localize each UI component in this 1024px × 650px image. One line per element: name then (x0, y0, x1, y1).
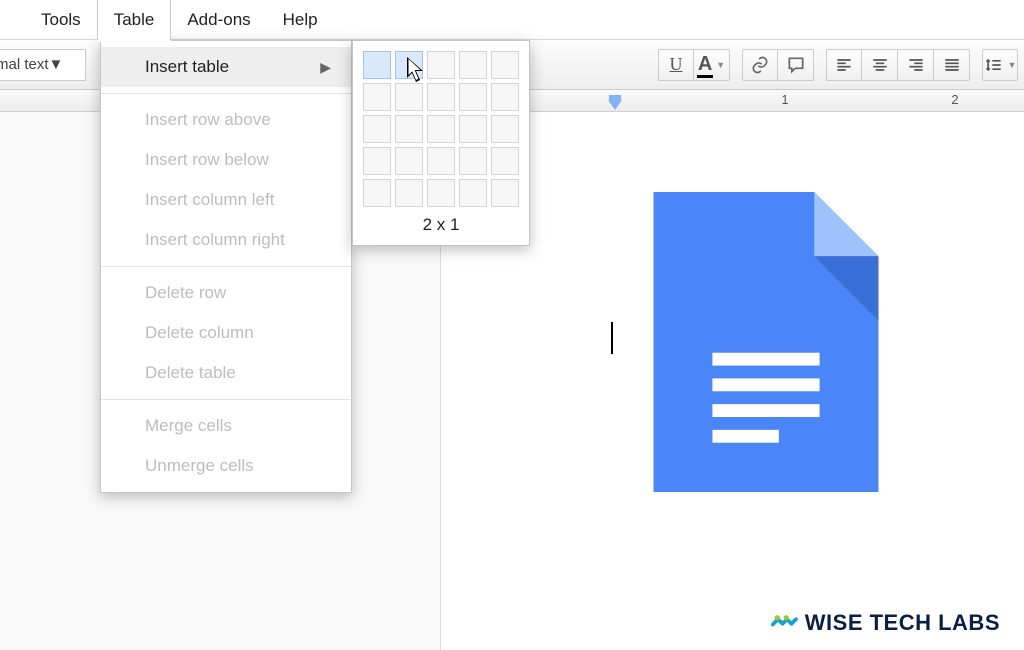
table-dropdown-menu: Insert table ▶ Insert row above Insert row … (100, 40, 352, 493)
menu-item-label: Insert column right (145, 230, 285, 250)
table-size-grid[interactable] (363, 51, 519, 207)
table-size-cell[interactable] (427, 147, 455, 175)
align-right-icon (906, 55, 926, 75)
align-justify-icon (942, 55, 962, 75)
menu-item-label: Insert column left (145, 190, 274, 210)
table-size-cell[interactable] (459, 115, 487, 143)
menubar: Tools Table Add-ons Help (0, 0, 1024, 40)
text-cursor (611, 322, 613, 354)
table-size-cell[interactable] (395, 115, 423, 143)
table-size-cell[interactable] (427, 115, 455, 143)
link-icon (750, 55, 770, 75)
menu-item-delete-table: Delete table (101, 353, 351, 393)
table-size-cell[interactable] (363, 147, 391, 175)
menu-item-label: Delete table (145, 363, 236, 383)
table-size-cell[interactable] (395, 147, 423, 175)
menu-item-unmerge-cells: Unmerge cells (101, 446, 351, 486)
table-size-cell[interactable] (459, 83, 487, 111)
menu-item-label: Delete row (145, 283, 226, 303)
chevron-down-icon: ▼ (716, 60, 725, 70)
chevron-right-icon: ▶ (320, 59, 331, 76)
menu-help[interactable]: Help (267, 0, 334, 40)
menu-item-label: Unmerge cells (145, 456, 254, 476)
menu-tools[interactable]: Tools (25, 0, 97, 40)
ruler-number: 1 (781, 92, 788, 107)
align-group (826, 49, 970, 81)
paragraph-style-label: rmal text (0, 56, 49, 73)
table-size-cell[interactable] (491, 83, 519, 111)
chevron-down-icon: ▼ (1008, 60, 1017, 70)
table-size-cell[interactable] (427, 83, 455, 111)
table-size-cell[interactable] (427, 179, 455, 207)
menu-item-delete-column: Delete column (101, 313, 351, 353)
menu-item-insert-row-above: Insert row above (101, 100, 351, 140)
watermark-brand-text: WISE TECH LABS (805, 610, 1000, 636)
menu-item-insert-column-left: Insert column left (101, 180, 351, 220)
table-size-cell[interactable] (459, 147, 487, 175)
text-color-icon: A (698, 53, 712, 76)
menu-item-insert-table[interactable]: Insert table ▶ (101, 47, 351, 87)
align-center-icon (870, 55, 890, 75)
menu-item-merge-cells: Merge cells (101, 406, 351, 446)
table-size-cell[interactable] (491, 115, 519, 143)
table-size-cell[interactable] (363, 51, 391, 79)
ruler-number: 2 (951, 92, 958, 107)
menu-item-label: Merge cells (145, 416, 232, 436)
tab-stop-marker[interactable] (608, 100, 622, 110)
table-size-cell[interactable] (363, 179, 391, 207)
align-left-button[interactable] (826, 49, 862, 81)
wise-tech-labs-logo-icon (769, 608, 799, 638)
line-spacing-button[interactable]: ▼ (982, 49, 1018, 81)
text-format-group: U A▼ (658, 49, 730, 81)
link-group (742, 49, 814, 81)
table-size-cell[interactable] (395, 83, 423, 111)
insert-link-button[interactable] (742, 49, 778, 81)
menu-separator (101, 93, 351, 94)
table-size-cell[interactable] (427, 51, 455, 79)
table-size-cell[interactable] (459, 51, 487, 79)
menu-addons[interactable]: Add-ons (171, 0, 266, 40)
text-color-button[interactable]: A▼ (694, 49, 730, 81)
underline-button[interactable]: U (658, 49, 694, 81)
table-size-cell[interactable] (363, 115, 391, 143)
menu-item-label: Delete column (145, 323, 254, 343)
underline-icon: U (670, 54, 683, 75)
table-size-cell[interactable] (491, 51, 519, 79)
table-size-label: 2 x 1 (363, 207, 519, 239)
table-size-cell[interactable] (459, 179, 487, 207)
menu-item-insert-column-right: Insert column right (101, 220, 351, 260)
google-docs-logo (651, 192, 881, 492)
line-spacing-group: ▼ (982, 49, 1018, 81)
insert-table-size-picker: 2 x 1 (352, 40, 530, 246)
align-left-icon (834, 55, 854, 75)
paragraph-style-dropdown[interactable]: rmal text ▼ (0, 49, 86, 81)
watermark-brand: WISE TECH LABS (763, 606, 1006, 640)
table-size-cell[interactable] (491, 179, 519, 207)
align-right-button[interactable] (898, 49, 934, 81)
insert-comment-button[interactable] (778, 49, 814, 81)
menu-item-label: Insert row above (145, 110, 271, 130)
menu-item-insert-row-below: Insert row below (101, 140, 351, 180)
menu-separator (101, 266, 351, 267)
menu-item-label: Insert row below (145, 150, 269, 170)
menu-separator (101, 399, 351, 400)
table-size-cell[interactable] (395, 51, 423, 79)
align-justify-button[interactable] (934, 49, 970, 81)
table-size-cell[interactable] (491, 147, 519, 175)
menu-item-label: Insert table (145, 57, 229, 77)
table-size-cell[interactable] (395, 179, 423, 207)
menu-item-delete-row: Delete row (101, 273, 351, 313)
align-center-button[interactable] (862, 49, 898, 81)
menu-table[interactable]: Table (97, 0, 172, 40)
table-size-cell[interactable] (363, 83, 391, 111)
comment-icon (786, 55, 806, 75)
chevron-down-icon: ▼ (49, 56, 64, 73)
line-spacing-icon (984, 55, 1004, 75)
